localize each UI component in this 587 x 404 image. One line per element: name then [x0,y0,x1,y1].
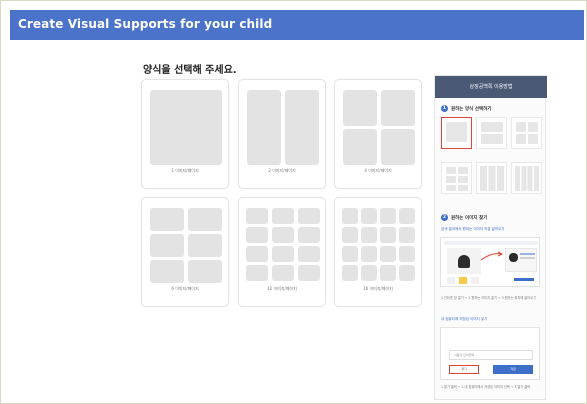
layout-cell [342,227,358,243]
find-button[interactable]: 찾기 [449,365,479,374]
page-title: 양식을 선택해 주세요. [143,65,237,76]
layout-cell [246,227,268,243]
layout-card-2[interactable]: 2 이미지/페이지 [238,79,326,189]
layout-cell [380,265,396,281]
help-example-search [440,237,540,287]
step-number: 2 [441,214,448,221]
layout-cell [188,234,222,257]
help-note-upload: 1 찾기 클릭 → 2 내 컴퓨터에서 저장된 이미지 선택 → 3 열기 클릭 [441,385,531,389]
mini-layout-16 [511,162,542,194]
layout-cell [342,265,358,281]
layout-cell [361,208,377,224]
layout-cell [188,208,222,231]
example-card [447,248,481,274]
help-step-1: 1 원하는 양식 선택하기 [441,105,491,112]
layout-cell [298,246,320,262]
layout-cell [272,246,294,262]
layout-cell [381,90,415,126]
layout-cell [361,246,377,262]
layout-cell [247,90,281,165]
layout-label: 1 이미지/페이지 [171,168,199,173]
layout-cell [399,265,415,281]
layout-cell [150,234,184,257]
layout-cell [285,90,319,165]
dog-thumb-icon [509,253,518,262]
help-link-search[interactable]: 검색 결과에서 원하는 이미지 직접 끌어오기 [441,227,505,232]
layout-cell [298,208,320,224]
layout-cell [150,90,222,165]
layout-cell [361,265,377,281]
layout-cell [399,208,415,224]
step-label: 원하는 이미지 찾기 [451,215,488,221]
step-label: 원하는 양식 선택하기 [451,106,492,112]
step-number: 1 [441,105,448,112]
layout-card-12[interactable]: 12 이미지/페이지 [238,197,326,307]
layout-cell [343,90,377,126]
mini-layout-6 [441,162,472,194]
layout-cell [343,129,377,165]
layout-card-1[interactable]: 1 이미지/페이지 [141,79,229,189]
layout-cell [298,265,320,281]
layout-cell [246,265,268,281]
layout-cell [380,208,396,224]
mini-layout-1 [441,117,472,149]
help-title: 상징공백쪽 이용방법 [435,76,547,98]
layout-cell [380,246,396,262]
layout-label: 4 이미지/페이지 [364,168,392,173]
mini-layout-12 [476,162,507,194]
layout-cell [342,208,358,224]
drag-arrow-icon [480,251,504,261]
layout-label: 2 이미지/페이지 [268,168,296,173]
layout-cell [188,260,222,283]
layout-label: 6 이미지/페이지 [171,286,199,291]
save-button[interactable]: 저장 [493,365,533,374]
help-link-upload[interactable]: 내 컴퓨터에 저장된 이미지 넣기 [441,317,487,322]
help-step-2: 2 원하는 이미지 찾기 [441,214,487,221]
help-example-upload: 사용할 단어입력 찾기 저장 [440,327,540,380]
layout-cell [272,208,294,224]
app-title: Create Visual Supports for your child [18,17,273,31]
upload-word-input[interactable]: 사용할 단어입력 [449,350,533,360]
layout-label: 16 이미지/페이지 [363,286,393,291]
layout-cell [380,227,396,243]
layout-cell [342,246,358,262]
example-result-panel [505,248,537,272]
mini-layout-2 [476,117,507,149]
app-header: Create Visual Supports for your child [10,10,584,40]
layout-cell [150,260,184,283]
layout-label: 12 이미지/페이지 [267,286,297,291]
layout-cell [399,227,415,243]
layout-cell [246,208,268,224]
layout-cell [272,265,294,281]
layout-card-4[interactable]: 4 이미지/페이지 [334,79,422,189]
layout-cell [246,246,268,262]
layout-cell [298,227,320,243]
layout-cell [381,129,415,165]
layout-card-16[interactable]: 16 이미지/페이지 [334,197,422,307]
mini-layout-4 [511,117,542,149]
help-note-search: 1 인터넷 창 열기 → 2 원하는 이미지 끌기 → 3 원하는 위치에 끌어… [441,296,536,300]
layout-card-6[interactable]: 6 이미지/페이지 [141,197,229,307]
layout-cell [272,227,294,243]
layout-cell [150,208,184,231]
layout-cell [399,246,415,262]
layout-cell [361,227,377,243]
dog-image-icon [458,255,470,268]
